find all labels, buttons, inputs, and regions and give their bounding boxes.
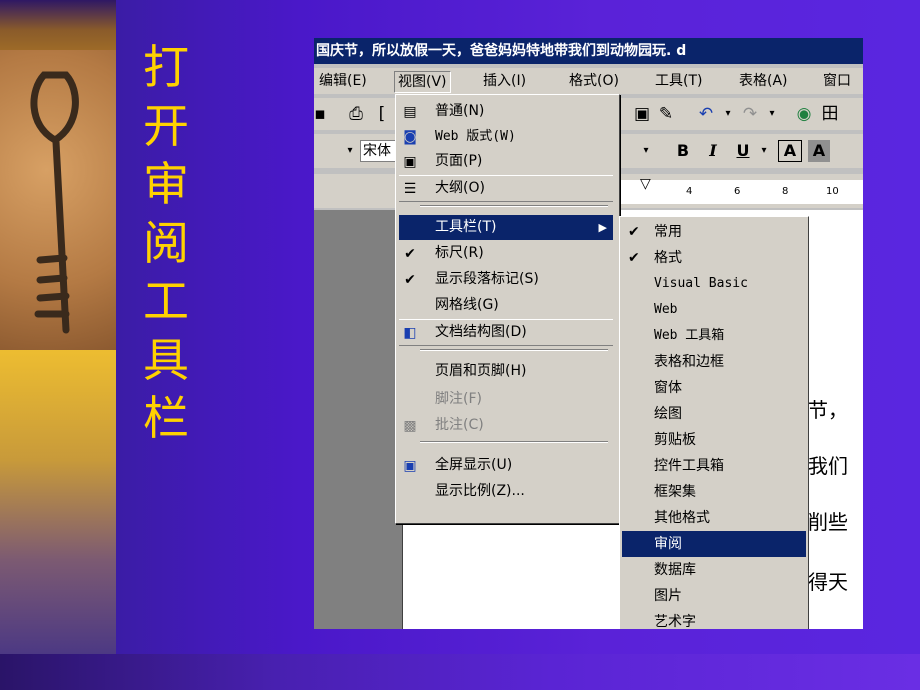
slide-title-char: 工 [143,274,189,328]
slide-title-char: 打 [143,40,189,94]
menu-item-document-map[interactable]: ◧ 文档结构图(D) [399,319,613,346]
slide-title: 打 开 审 阅 工 具 栏 [136,38,196,448]
menu-item-footnotes[interactable]: 脚注(F) [399,387,613,412]
bottom-bar [0,654,920,690]
antique-key-image [0,50,116,350]
menu-view[interactable]: 视图(V) [394,71,451,93]
ruler-tick: 8 [782,186,789,197]
checkmark-icon: ✔ [628,224,640,240]
slide-title-char: 审 [143,157,189,211]
paste-icon[interactable]: ▣ [630,102,654,126]
menu-item-toolbars[interactable]: 工具栏(T) ▶ [399,215,613,240]
menu-item-fullscreen[interactable]: ▣ 全屏显示(U) [399,453,613,478]
doc-text: 节， [808,398,848,422]
char-border-button[interactable]: A [778,140,802,162]
redo-dropdown-icon[interactable]: ▾ [760,102,784,126]
menu-item-web-layout[interactable]: ◙ Web 版式(W) [399,124,613,149]
checkmark-icon: ✔ [628,250,640,266]
menu-item-ruler[interactable]: ✔ 标尺(R) [399,241,613,266]
menu-tools[interactable]: 工具(T) [652,71,705,91]
hyperlink-icon[interactable]: ◉ [792,102,816,126]
web-layout-icon: ◙ [403,129,417,145]
print-icon[interactable]: ⎙ [344,102,368,126]
menu-separator [420,205,608,207]
format-painter-icon[interactable]: ✎ [654,102,678,126]
tables-borders-icon[interactable]: 田 [818,102,842,126]
checkmark-icon: ✔ [404,246,416,262]
menu-item-page-view[interactable]: ▣ 页面(P) [399,149,613,174]
ruler-tick: 6 [734,186,741,197]
checkmark-icon: ✔ [404,272,416,288]
page-view-icon: ▣ [403,154,417,170]
slide-title-char: 开 [143,98,189,153]
submenu-item-formatting[interactable]: ✔ 格式 [622,245,806,271]
doc-text: 得天 [808,570,848,594]
submenu-item-tables-borders[interactable]: 表格和边框 [622,349,806,375]
ruler-tick: 10 [826,186,839,197]
slide-title-char: 具 [143,332,189,387]
menu-item-normal[interactable]: ▤ 普通(N) [399,99,613,124]
submenu-item-clipboard[interactable]: 剪贴板 [622,427,806,453]
submenu-item-other-formatting[interactable]: 其他格式 [622,505,806,531]
menu-separator [420,441,608,443]
menu-item-comments[interactable]: ▩ 批注(C) [399,413,613,438]
word-screenshot: 国庆节，所以放假一天，爸爸妈妈特地带我们到动物园玩. d 编辑(E) 视图(V)… [314,38,863,629]
submenu-item-database[interactable]: 数据库 [622,557,806,583]
menu-table[interactable]: 表格(A) [736,71,791,91]
char-shading-button[interactable]: A [808,140,830,162]
menu-separator [420,349,608,351]
submenu-item-reviewing[interactable]: 审阅 [622,531,806,557]
font-name-box[interactable]: 宋体 [360,140,396,162]
undo-icon[interactable]: ↶ [694,102,718,126]
submenu-item-web[interactable]: Web [622,297,806,323]
italic-button[interactable]: I [702,140,724,162]
doc-text: 削些 [808,510,848,534]
slide-title-char: 阅 [143,215,189,270]
menu-insert[interactable]: 插入(I) [480,71,529,91]
submenu-item-control-toolbox[interactable]: 控件工具箱 [622,453,806,479]
submenu-item-wordart[interactable]: 艺术字 [622,609,806,629]
underline-dropdown-icon[interactable]: ▾ [752,139,776,163]
toolbars-submenu: ✔ 常用 ✔ 格式 Visual Basic Web Web 工具箱 表格和边框 窗… [619,216,809,629]
submenu-item-web-tools[interactable]: Web 工具箱 [622,323,806,349]
fullscreen-icon: ▣ [403,458,417,474]
normal-view-icon: ▤ [403,104,417,120]
document-map-icon: ◧ [403,325,417,341]
menu-item-zoom[interactable]: 显示比例(Z)... [399,479,613,504]
submenu-item-standard[interactable]: ✔ 常用 [622,219,806,245]
preview-icon[interactable]: [ [370,102,394,126]
menu-format[interactable]: 格式(O) [566,71,622,91]
submenu-item-drawing[interactable]: 绘图 [622,401,806,427]
window-title: 国庆节，所以放假一天，爸爸妈妈特地带我们到动物园玩. d [314,38,863,64]
doc-text: 我们 [808,454,848,478]
ruler-tick: 4 [686,186,693,197]
menu-item-outline[interactable]: ☰ 大纲(O) [399,175,613,202]
outline-icon: ☰ [403,181,417,197]
menu-item-show-paragraph-marks[interactable]: ✔ 显示段落标记(S) [399,267,613,292]
slide-title-char: 栏 [143,391,189,445]
view-menu-dropdown: ▤ 普通(N) ◙ Web 版式(W) ▣ 页面(P) ☰ 大纲(O) 工具栏(… [395,94,620,524]
submenu-item-frames[interactable]: 框架集 [622,479,806,505]
style-dropdown-icon[interactable]: ▾ [338,139,362,163]
underline-button[interactable]: U [732,140,754,162]
submenu-item-visual-basic[interactable]: Visual Basic [622,271,806,297]
menu-edit[interactable]: 编辑(E) [316,71,370,91]
menu-bar: 编辑(E) 视图(V) 插入(I) 格式(O) 工具(T) 表格(A) 窗口 [314,68,863,94]
menu-item-gridlines[interactable]: 网格线(G) [399,293,613,318]
bold-button[interactable]: B [672,140,694,162]
save-icon[interactable]: ▪ [314,102,332,126]
indent-marker-icon[interactable]: ▽ [640,176,651,192]
comment-icon: ▩ [403,418,417,434]
submenu-arrow-icon: ▶ [598,221,607,234]
undo-dropdown-icon[interactable]: ▾ [716,102,740,126]
redo-icon[interactable]: ↷ [738,102,762,126]
menu-item-header-footer[interactable]: 页眉和页脚(H) [399,359,613,384]
submenu-item-forms[interactable]: 窗体 [622,375,806,401]
font-size-dropdown-icon[interactable]: ▾ [634,139,658,163]
submenu-item-picture[interactable]: 图片 [622,583,806,609]
menu-window[interactable]: 窗口 [820,71,854,91]
